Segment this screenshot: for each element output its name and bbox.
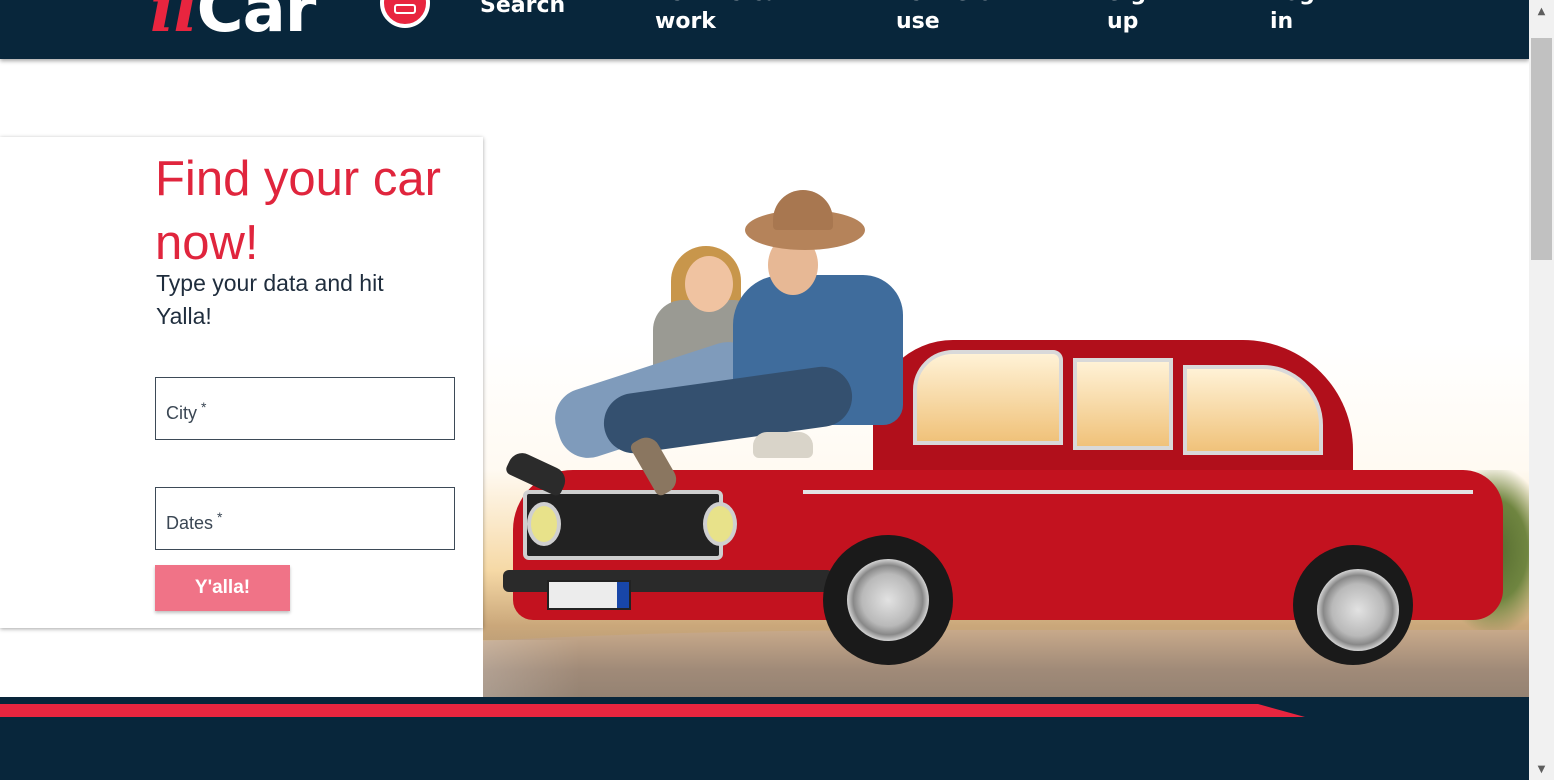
car-windshield: [913, 350, 1063, 445]
footer-red-stripe: [0, 704, 1305, 717]
footer: [0, 697, 1529, 780]
search-title: Find your car now!: [155, 152, 441, 270]
nav-search[interactable]: Search: [480, 0, 565, 20]
header: ilCar Search Let the car work Terms of u…: [0, 0, 1529, 59]
logo-car-icon: [380, 0, 430, 28]
scrollbar-thumb[interactable]: [1531, 38, 1552, 260]
vertical-scrollbar[interactable]: ▲ ▼: [1529, 0, 1554, 780]
man-shoe-right: [753, 432, 813, 458]
car-headlight-right: [703, 502, 737, 546]
scroll-up-icon[interactable]: ▲: [1529, 2, 1554, 20]
dates-label: Dates *: [166, 509, 223, 533]
city-required-mark: *: [201, 399, 207, 415]
search-subtitle: Type your data and hit Yalla!: [156, 270, 384, 329]
nav-let-the-car-work[interactable]: Let the car work: [655, 0, 815, 36]
logo[interactable]: ilCar: [150, 0, 430, 58]
car-rear-window: [1183, 365, 1323, 455]
car-headlight-left: [527, 502, 561, 546]
nav-sign-up[interactable]: Sign up: [1107, 0, 1167, 36]
nav-terms-of-use[interactable]: Terms of use: [896, 0, 1006, 36]
car-plate: [547, 580, 631, 610]
car-front-window: [1073, 358, 1173, 450]
search-card: Find your car now! Type your data and hi…: [0, 137, 483, 628]
hero-image: [483, 190, 1529, 697]
car-wheel-rear: [1293, 545, 1413, 665]
car-wheel-front: [823, 535, 953, 665]
car-trim: [803, 490, 1473, 494]
logo-wordmark: ilCar: [150, 0, 316, 47]
scroll-down-icon[interactable]: ▼: [1529, 760, 1554, 778]
city-label: City *: [166, 399, 207, 423]
page: ilCar Search Let the car work Terms of u…: [0, 0, 1554, 780]
ground-fade: [80, 640, 580, 700]
dates-input[interactable]: Dates *: [155, 487, 455, 550]
city-input[interactable]: City *: [155, 377, 455, 440]
dates-required-mark: *: [217, 509, 223, 525]
yalla-button[interactable]: Y'alla!: [155, 565, 290, 611]
woman-face: [685, 256, 733, 312]
nav-log-in[interactable]: Log in: [1270, 0, 1320, 36]
